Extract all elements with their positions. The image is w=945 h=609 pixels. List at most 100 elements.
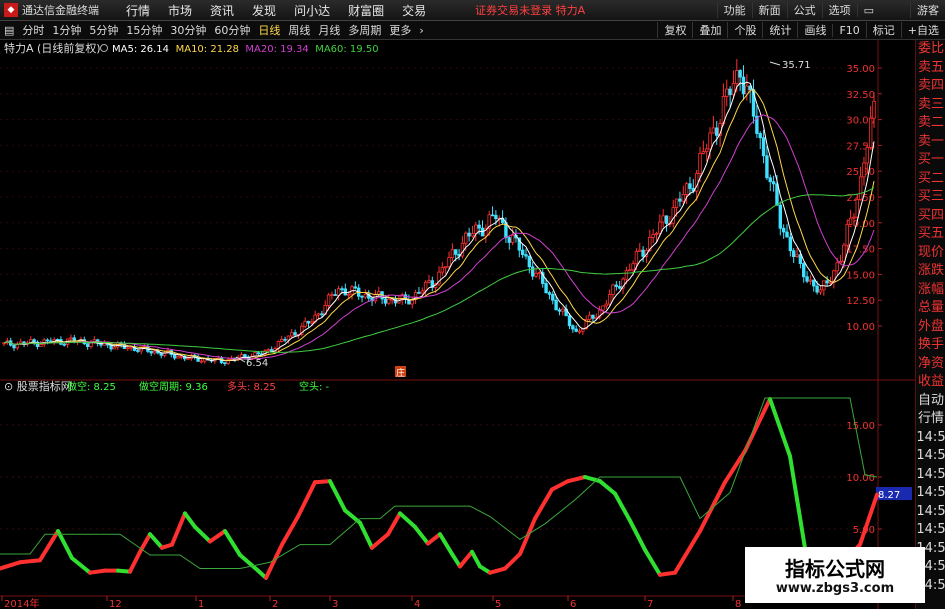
app-title: 通达信金融终端 <box>22 4 99 17</box>
menu-new-page[interactable]: 新面 <box>751 2 787 18</box>
side-panel-item[interactable]: 14:5 <box>916 466 945 485</box>
side-panel-item[interactable]: 行情 <box>916 410 945 429</box>
side-panel-item[interactable]: 14:5 <box>916 429 945 448</box>
candle-body <box>661 215 665 223</box>
menu-ask[interactable]: 问小达 <box>294 2 330 19</box>
menu-icon[interactable]: ▭ <box>856 3 880 17</box>
candle-body <box>835 262 839 272</box>
side-panel-item[interactable]: 涨跌 <box>916 262 945 281</box>
period-1min[interactable]: 1分钟 <box>52 22 81 38</box>
candle-body <box>798 254 803 264</box>
x-axis-label: 5 <box>495 599 501 609</box>
candle-body <box>464 232 468 244</box>
menu-news[interactable]: 资讯 <box>210 2 234 19</box>
candle-body <box>527 255 532 268</box>
candle-body <box>243 354 247 358</box>
side-panel-item[interactable]: 涨幅 <box>916 281 945 300</box>
period-multi[interactable]: 多周期 <box>348 22 381 38</box>
side-panel-item[interactable]: 14:5 <box>916 447 945 466</box>
menu-quotes[interactable]: 行情 <box>126 2 150 19</box>
side-panel-item[interactable]: 买三 <box>916 188 945 207</box>
side-panel-item[interactable]: 换手 <box>916 336 945 355</box>
menu-market[interactable]: 市场 <box>168 2 192 19</box>
menu-wealth[interactable]: 财富圈 <box>348 2 384 19</box>
period-15min[interactable]: 15分钟 <box>126 22 162 38</box>
candle-body <box>159 352 163 356</box>
menu-formula[interactable]: 公式 <box>786 2 822 18</box>
user-label[interactable]: 游客 <box>910 2 945 18</box>
side-panel-item[interactable]: 外盘 <box>916 318 945 337</box>
candle-body <box>802 263 806 278</box>
tool-adjust[interactable]: 复权 <box>657 22 692 38</box>
bull-segment <box>18 558 42 565</box>
x-axis-label: 6 <box>570 599 576 609</box>
tool-stats[interactable]: 统计 <box>762 22 797 38</box>
ma-legend-ma20: MA20: 19.34 <box>245 44 308 55</box>
period-toolbar: ▤ 分时 1分钟 5分钟 15分钟 30分钟 60分钟 日线 周线 月线 多周期… <box>0 21 945 40</box>
y-axis-label: 15.00 <box>846 270 875 281</box>
menu-options[interactable]: 选项 <box>821 2 857 18</box>
menu-function[interactable]: 功能 <box>716 2 752 18</box>
side-panel-item[interactable]: 买二 <box>916 170 945 189</box>
tool-stock[interactable]: 个股 <box>727 22 762 38</box>
period-more[interactable]: 更多 <box>389 22 411 38</box>
period-monthly[interactable]: 月线 <box>318 22 340 38</box>
period-daily[interactable]: 日线 <box>258 22 280 38</box>
period-60min[interactable]: 60分钟 <box>214 22 250 38</box>
side-panel-item[interactable]: 卖四 <box>916 77 945 96</box>
menu-trade[interactable]: 交易 <box>402 2 426 19</box>
side-panel-item[interactable]: 卖五 <box>916 59 945 78</box>
side-panel-item[interactable]: 委比 <box>916 40 945 59</box>
chevron-right-icon[interactable]: › <box>419 24 423 37</box>
candle-body <box>775 183 779 206</box>
period-intraday[interactable]: 分时 <box>22 22 44 38</box>
chart-area[interactable]: 35.0032.5030.0027.5025.0022.5020.0017.50… <box>0 40 915 609</box>
candle-body <box>39 343 43 347</box>
side-panel-item[interactable]: 14:5 <box>916 521 945 540</box>
candle-body <box>607 294 612 305</box>
candle-body <box>868 117 873 148</box>
period-weekly[interactable]: 周线 <box>288 22 310 38</box>
candle-body <box>701 151 706 154</box>
quote-side-panel: 委比 卖五 卖四 卖三 卖二 卖一 买一 买二 买三 买四 买五 现价 涨跌 涨幅 总量 外盘 换手 净资 收益 自动… <box>915 40 945 609</box>
candle-body <box>815 285 819 293</box>
side-panel-item[interactable]: 卖一 <box>916 133 945 152</box>
side-panel-item[interactable]: 卖三 <box>916 96 945 115</box>
side-panel-item[interactable]: 买一 <box>916 151 945 170</box>
candle-body <box>741 76 746 95</box>
candle-body <box>387 298 391 304</box>
candle-body <box>567 315 572 327</box>
tool-mark[interactable]: 标记 <box>865 22 901 38</box>
period-30min[interactable]: 30分钟 <box>170 22 206 38</box>
side-panel-item[interactable]: 总量 <box>916 299 945 318</box>
candle-body <box>490 214 495 217</box>
candle-body <box>477 224 481 229</box>
menu-discover[interactable]: 发现 <box>252 2 276 19</box>
tool-f10[interactable]: F10 <box>832 23 865 37</box>
candle-body <box>283 338 287 341</box>
side-panel-item[interactable]: 14:5 <box>916 503 945 522</box>
side-panel-item[interactable]: 收益 <box>916 373 945 392</box>
candle-body <box>316 313 321 316</box>
period-5min[interactable]: 5分钟 <box>89 22 118 38</box>
side-panel-item[interactable]: 14:5 <box>916 484 945 503</box>
candle-body <box>711 127 716 134</box>
candle-body <box>728 88 732 96</box>
side-panel-item[interactable]: 自动 <box>916 392 945 411</box>
candle-body <box>383 298 388 304</box>
side-panel-item[interactable]: 现价 <box>916 244 945 263</box>
tool-overlay[interactable]: 叠加 <box>692 22 727 38</box>
side-panel-item[interactable]: 净资 <box>916 355 945 374</box>
candle-body <box>520 249 525 256</box>
bull-segment <box>313 479 332 485</box>
tool-draw[interactable]: 画线 <box>797 22 832 38</box>
period-toggle-icon[interactable]: ▤ <box>4 24 14 37</box>
candle-body <box>417 292 421 294</box>
bull-segment <box>88 568 107 575</box>
side-panel-item[interactable]: 买四 <box>916 207 945 226</box>
candle-body <box>778 204 783 229</box>
side-panel-item[interactable]: 卖二 <box>916 114 945 133</box>
candle-body <box>825 280 829 284</box>
tool-add-favorite[interactable]: +自选 <box>900 22 945 38</box>
side-panel-item[interactable]: 买五 <box>916 225 945 244</box>
